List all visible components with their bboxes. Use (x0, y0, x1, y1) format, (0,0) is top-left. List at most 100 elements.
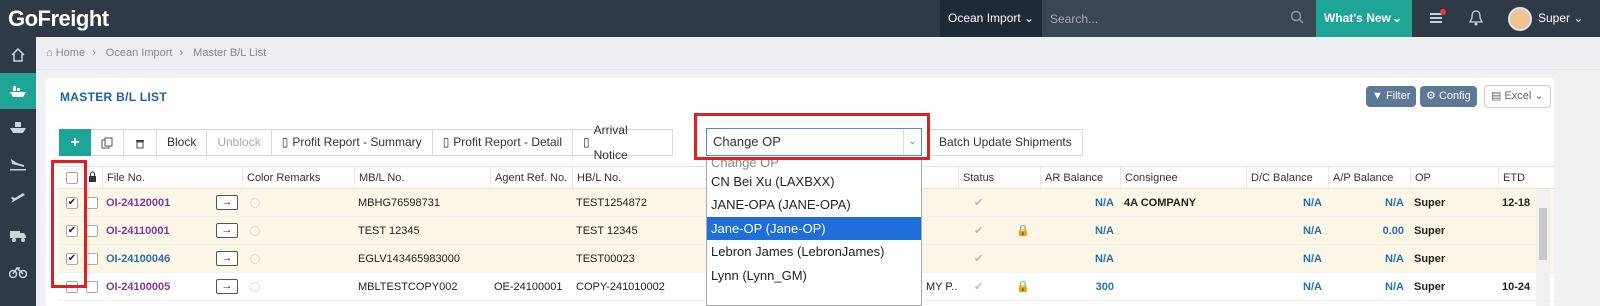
agent-ref-cell (490, 217, 572, 245)
breadcrumb-master-bl-list: Master B/L List (193, 47, 267, 59)
sidebar-item-air-import[interactable] (0, 145, 36, 181)
copy-icon (101, 137, 113, 148)
color-remark-dot[interactable] (250, 226, 260, 236)
col-etd[interactable]: ETD (1498, 167, 1554, 189)
ar-balance-cell[interactable]: N/A (1040, 245, 1120, 273)
dropdown-option[interactable]: Lebron James (LebronJames) (707, 240, 921, 263)
whats-new-button[interactable]: What's New ⌄ (1316, 0, 1412, 37)
scrollbar-thumb[interactable] (1539, 208, 1547, 260)
ar-balance-cell[interactable]: N/A (1040, 217, 1120, 245)
col-file-no[interactable]: File No. (102, 167, 242, 189)
profit-summary-label: Profit Report - Summary (292, 135, 422, 149)
document-icon: ▯ (583, 135, 590, 149)
op-cell: Super (1414, 197, 1446, 209)
col-color-remarks[interactable]: Color Remarks (242, 167, 354, 189)
profit-report-detail-button[interactable]: ▯ Profit Report - Detail (432, 129, 573, 156)
filter-button[interactable]: ▼ Filter (1366, 86, 1417, 107)
arrow-right-icon[interactable]: → (216, 279, 238, 294)
vertical-scrollbar[interactable] (1536, 190, 1550, 306)
col-agent-ref[interactable]: Agent Ref. No. (490, 167, 572, 189)
file-no-link[interactable]: OI-24100005 (102, 273, 212, 301)
add-button[interactable]: + (59, 129, 91, 156)
arrival-notice-button[interactable]: ▯ Arrival Notice (573, 123, 673, 162)
copy-button[interactable] (91, 129, 124, 156)
row-lock-checkbox[interactable] (86, 225, 98, 237)
avatar (1508, 7, 1532, 31)
ship-icon (10, 86, 26, 97)
dropdown-option[interactable]: Lynn (Lynn_GM) (707, 264, 921, 287)
arrow-right-icon[interactable]: → (216, 251, 238, 266)
bell-icon[interactable] (1468, 9, 1484, 30)
sidebar-item-ocean-export[interactable] (0, 109, 36, 145)
gofreight-logo[interactable]: GoFreight (8, 6, 109, 32)
global-search[interactable] (1042, 0, 1316, 37)
color-remark-dot[interactable] (250, 198, 260, 208)
color-remark-dot[interactable] (250, 254, 260, 264)
lock-icon: 🔒 (1016, 225, 1030, 237)
search-input[interactable] (1050, 9, 1270, 29)
ap-balance-cell[interactable]: N/A (1328, 273, 1410, 301)
profit-report-summary-button[interactable]: ▯ Profit Report - Summary (271, 129, 433, 156)
file-no-link[interactable]: OI-24120001 (102, 189, 212, 217)
arrival-notice-label: Arrival Notice (593, 122, 628, 162)
sidebar-item-ocean[interactable] (0, 73, 36, 109)
breadcrumb-home[interactable]: Home (56, 47, 85, 59)
truck-icon (10, 231, 26, 242)
col-ap-balance[interactable]: A/P Balance (1328, 167, 1410, 189)
dropdown-option[interactable]: JANE-OPA (JANE-OPA) (707, 193, 921, 216)
sidebar-item-air-export[interactable] (0, 181, 36, 217)
config-button[interactable]: ⚙ Config (1420, 86, 1477, 107)
block-button[interactable]: Block (157, 129, 208, 156)
dc-balance-cell[interactable]: N/A (1246, 217, 1328, 245)
dropdown-option[interactable]: Jane-OP (Jane-OP) (707, 216, 921, 241)
color-remark-dot[interactable] (250, 282, 260, 292)
user-menu[interactable]: Super ⌄ (1508, 0, 1583, 37)
dc-balance-cell[interactable]: N/A (1246, 245, 1328, 273)
file-no-link[interactable]: OI-24110001 (102, 217, 212, 245)
ref-cell: MY P... (926, 281, 958, 293)
arrow-right-icon[interactable]: → (216, 195, 238, 210)
ap-balance-cell[interactable]: 0.00 (1328, 217, 1410, 245)
ap-balance-cell[interactable]: N/A (1328, 245, 1410, 273)
row-lock-checkbox[interactable] (86, 281, 98, 293)
dc-balance-cell[interactable]: N/A (1246, 273, 1328, 301)
delete-button[interactable] (124, 129, 157, 156)
col-op[interactable]: OP (1410, 167, 1498, 189)
search-icon[interactable] (1290, 10, 1304, 27)
col-ar-balance[interactable]: AR Balance (1040, 167, 1120, 189)
row-lock-checkbox[interactable] (86, 197, 98, 209)
mbl-cell: MBLTESTCOPY002 (358, 281, 458, 293)
hbl-cell: TEST00023 (576, 253, 635, 265)
op-cell: Super (1414, 225, 1446, 237)
mbl-cell: TEST 12345 (358, 225, 420, 237)
filter-icon: ▼ (1372, 90, 1383, 102)
task-list-icon[interactable] (1428, 9, 1446, 30)
dc-balance-cell[interactable]: N/A (1246, 189, 1328, 217)
row-lock-checkbox[interactable] (86, 253, 98, 265)
col-hbl-no[interactable]: HB/L No. (572, 167, 706, 189)
dropdown-option[interactable]: CN Bei Xu (LAXBXX) (707, 170, 921, 193)
check-icon: ✔ (974, 281, 984, 293)
agent-ref-cell (490, 245, 572, 273)
module-selector[interactable]: Ocean Import ⌄ (940, 0, 1042, 37)
document-icon: ▯ (442, 135, 450, 149)
ar-balance-cell[interactable]: N/A (1040, 189, 1120, 217)
sidebar-item-home[interactable] (0, 37, 36, 73)
arrow-right-icon[interactable]: → (216, 223, 238, 238)
sidebar-item-truck[interactable] (0, 217, 36, 253)
batch-update-button[interactable]: Batch Update Shipments (928, 129, 1083, 156)
file-no-link[interactable]: OI-24100046 (102, 245, 212, 273)
col-mbl-no[interactable]: MB/L No. (354, 167, 490, 189)
sidebar-item-misc[interactable] (0, 253, 36, 289)
unblock-button[interactable]: Unblock (207, 129, 272, 156)
breadcrumb-ocean-import[interactable]: Ocean Import (106, 47, 173, 59)
col-dc-balance[interactable]: D/C Balance (1246, 167, 1328, 189)
col-consignee[interactable]: Consignee (1120, 167, 1246, 189)
op-cell: Super (1414, 281, 1446, 293)
ar-balance-cell[interactable]: 300 (1040, 273, 1120, 301)
excel-button[interactable]: ▤ Excel ⌄ (1484, 85, 1551, 108)
col-status[interactable]: Status (958, 167, 1040, 189)
consignee-cell (1120, 245, 1246, 273)
chevron-down-icon: ⌄ (1391, 11, 1402, 25)
ap-balance-cell[interactable]: N/A (1328, 189, 1410, 217)
